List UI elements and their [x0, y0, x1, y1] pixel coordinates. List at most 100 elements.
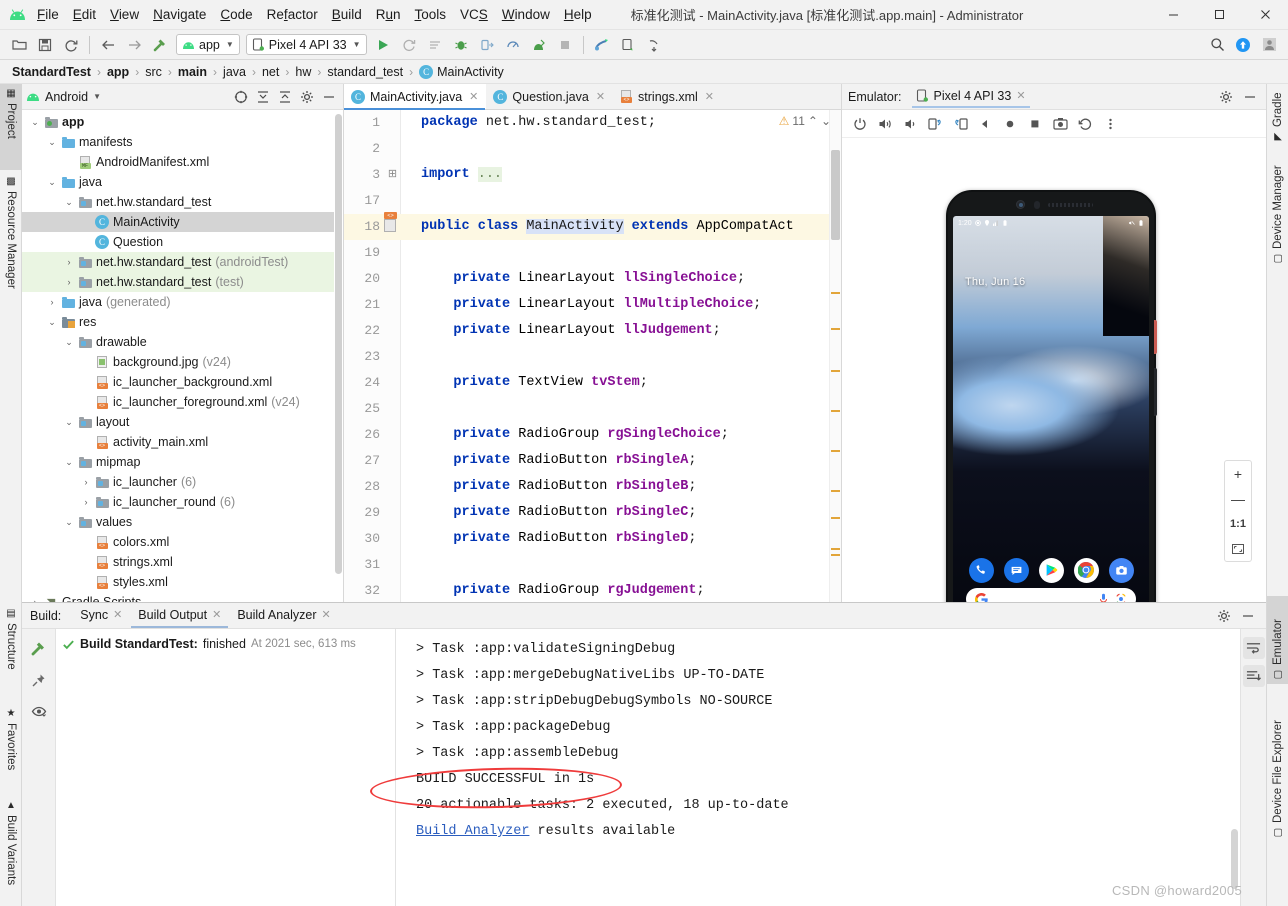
tree-node-mainactivity[interactable]: C MainActivity [22, 212, 343, 232]
tree-twisty-icon[interactable]: › [79, 497, 93, 507]
mic-icon[interactable] [1099, 593, 1108, 602]
hide-icon[interactable] [1240, 87, 1260, 107]
tree-node-values[interactable]: ⌄ values [22, 512, 343, 532]
menu-refactor[interactable]: Refactor [260, 4, 325, 25]
run-icon[interactable] [371, 33, 395, 57]
menu-view[interactable]: View [103, 4, 146, 25]
tree-node-drawable[interactable]: ⌄ drawable [22, 332, 343, 352]
tree-node-ic-launcher-foreground-xml[interactable]: <> ic_launcher_foreground.xml (v24) [22, 392, 343, 412]
close-icon[interactable]: ✕ [212, 608, 221, 621]
code-line-31[interactable]: 31 [344, 552, 841, 578]
select-opened-file-icon[interactable] [231, 87, 251, 107]
tree-twisty-icon[interactable]: ⌄ [45, 317, 59, 328]
camera-icon[interactable] [1108, 557, 1134, 583]
build-log-scrollbar-thumb[interactable] [1231, 829, 1238, 889]
collapse-all-icon[interactable] [275, 87, 295, 107]
module-selector[interactable]: app ▼ [176, 34, 240, 55]
zoom-in-button[interactable]: + [1224, 461, 1252, 486]
soft-wrap-icon[interactable] [1242, 637, 1265, 659]
breadcrumb-item-java[interactable]: java [221, 65, 248, 79]
tab-sync[interactable]: Sync ✕ [73, 605, 129, 627]
menu-window[interactable]: Window [495, 4, 557, 25]
tree-twisty-icon[interactable]: › [45, 297, 59, 307]
tree-node-strings-xml[interactable]: <> strings.xml [22, 552, 343, 572]
tree-node-question[interactable]: C Question [22, 232, 343, 252]
search-everywhere-icon[interactable] [1205, 33, 1229, 57]
menu-run[interactable]: Run [369, 4, 408, 25]
volume-up-icon[interactable] [874, 113, 896, 135]
tree-node-net-hw-standard-test[interactable]: › net.hw.standard_test (test) [22, 272, 343, 292]
actual-size-button[interactable]: 1:1 [1224, 511, 1252, 536]
pin-icon[interactable] [28, 669, 50, 691]
update-icon[interactable] [1231, 33, 1255, 57]
stripe-warning-mark[interactable] [831, 370, 840, 372]
power-button[interactable] [1154, 320, 1157, 354]
messages-icon[interactable] [1003, 557, 1029, 583]
tree-twisty-icon[interactable]: ⌄ [62, 337, 76, 348]
menu-vcs[interactable]: VCS [453, 4, 495, 25]
sdk-manager-icon[interactable] [590, 33, 614, 57]
editor-tab-mainactivity[interactable]: C MainActivity.java ✕ [344, 84, 487, 110]
tree-twisty-icon[interactable]: ⌄ [28, 117, 42, 128]
rotate-left-icon[interactable] [924, 113, 946, 135]
code-line-21[interactable]: 21 private LinearLayout llMultipleChoice… [344, 292, 841, 318]
close-icon[interactable]: ✕ [1016, 89, 1025, 102]
screenshot-icon[interactable] [1049, 113, 1071, 135]
tree-node-res[interactable]: ⌄ res [22, 312, 343, 332]
inspection-widget[interactable]: ⚠ 11 ⌃ ⌄ [779, 114, 831, 128]
sync-icon[interactable] [59, 33, 83, 57]
tree-node-colors-xml[interactable]: <> colors.xml [22, 532, 343, 552]
tree-node-ic-launcher[interactable]: › ic_launcher (6) [22, 472, 343, 492]
code-line-2[interactable]: 2 [344, 136, 841, 162]
build-hammer-icon[interactable] [148, 33, 172, 57]
account-icon[interactable] [1257, 33, 1281, 57]
close-icon[interactable]: ✕ [113, 608, 122, 621]
tree-twisty-icon[interactable]: › [79, 477, 93, 487]
code-line-32[interactable]: 32 private RadioGroup rgJudgement; [344, 578, 841, 602]
tree-twisty-icon[interactable]: ⌄ [62, 457, 76, 468]
tab-build-analyzer[interactable]: Build Analyzer ✕ [230, 605, 337, 627]
back-icon[interactable] [96, 33, 120, 57]
tree-twisty-icon[interactable]: ⌄ [45, 177, 59, 188]
scroll-to-end-icon[interactable] [1242, 665, 1265, 687]
build-hammer-icon[interactable] [28, 637, 50, 659]
tree-twisty-icon[interactable]: ⌄ [45, 137, 59, 148]
sidebar-item-emulator[interactable]: ▢ Emulator [1267, 596, 1288, 684]
breadcrumb-item-standard-test[interactable]: standard_test [325, 65, 405, 79]
profiler-icon[interactable] [501, 33, 525, 57]
menu-file[interactable]: FFileile [30, 4, 66, 25]
stripe-warning-mark[interactable] [831, 410, 840, 412]
save-all-icon[interactable] [33, 33, 57, 57]
menu-navigate[interactable]: Navigate [146, 4, 213, 25]
code-line-28[interactable]: 28 private RadioButton rbSingleB; [344, 474, 841, 500]
sync-gradle-icon[interactable] [642, 33, 666, 57]
google-lens-icon[interactable] [1115, 593, 1127, 602]
expand-all-icon[interactable] [253, 87, 273, 107]
maximize-button[interactable] [1196, 0, 1242, 30]
tree-twisty-icon[interactable]: ⌄ [62, 197, 76, 208]
close-button[interactable] [1242, 0, 1288, 30]
breadcrumb-item-app[interactable]: app [105, 65, 131, 79]
prev-problem-icon[interactable]: ⌃ [808, 114, 818, 128]
stop-icon[interactable] [553, 33, 577, 57]
emulator-device-tab[interactable]: Pixel 4 API 33 ✕ [911, 87, 1030, 108]
sidebar-item-gradle[interactable]: ◥ Gradle [1267, 84, 1288, 146]
project-view-selector[interactable]: Android ▼ [26, 90, 101, 104]
tree-twisty-icon[interactable]: ⌄ [62, 417, 76, 428]
emulator-device-frame[interactable]: 1:20 Thu, Jun 16 [946, 190, 1157, 602]
code-line-29[interactable]: 29 private RadioButton rbSingleC; [344, 500, 841, 526]
code-line-27[interactable]: 27 private RadioButton rbSingleA; [344, 448, 841, 474]
emulator-stage[interactable]: 1:20 Thu, Jun 16 + — 1:1 [842, 138, 1266, 602]
code-lines[interactable]: 1 package net.hw.standard_test; 2 3 ⊞ import … [344, 110, 841, 602]
settings-icon[interactable] [1214, 606, 1234, 626]
breadcrumb-item-hw[interactable]: hw [293, 65, 313, 79]
menu-tools[interactable]: Tools [408, 4, 454, 25]
tree-node-background-jpg[interactable]: background.jpg (v24) [22, 352, 343, 372]
editor-tab-question[interactable]: C Question.java ✕ [486, 84, 613, 109]
tree-node-styles-xml[interactable]: <> styles.xml [22, 572, 343, 592]
rotate-right-icon[interactable] [949, 113, 971, 135]
breadcrumb-item-net[interactable]: net [260, 65, 281, 79]
device-selector[interactable]: Pixel 4 API 33 ▼ [245, 34, 367, 55]
build-analyzer-link[interactable]: Build Analyzer [416, 824, 529, 839]
code-line-24[interactable]: 24 private TextView tvStem; [344, 370, 841, 396]
